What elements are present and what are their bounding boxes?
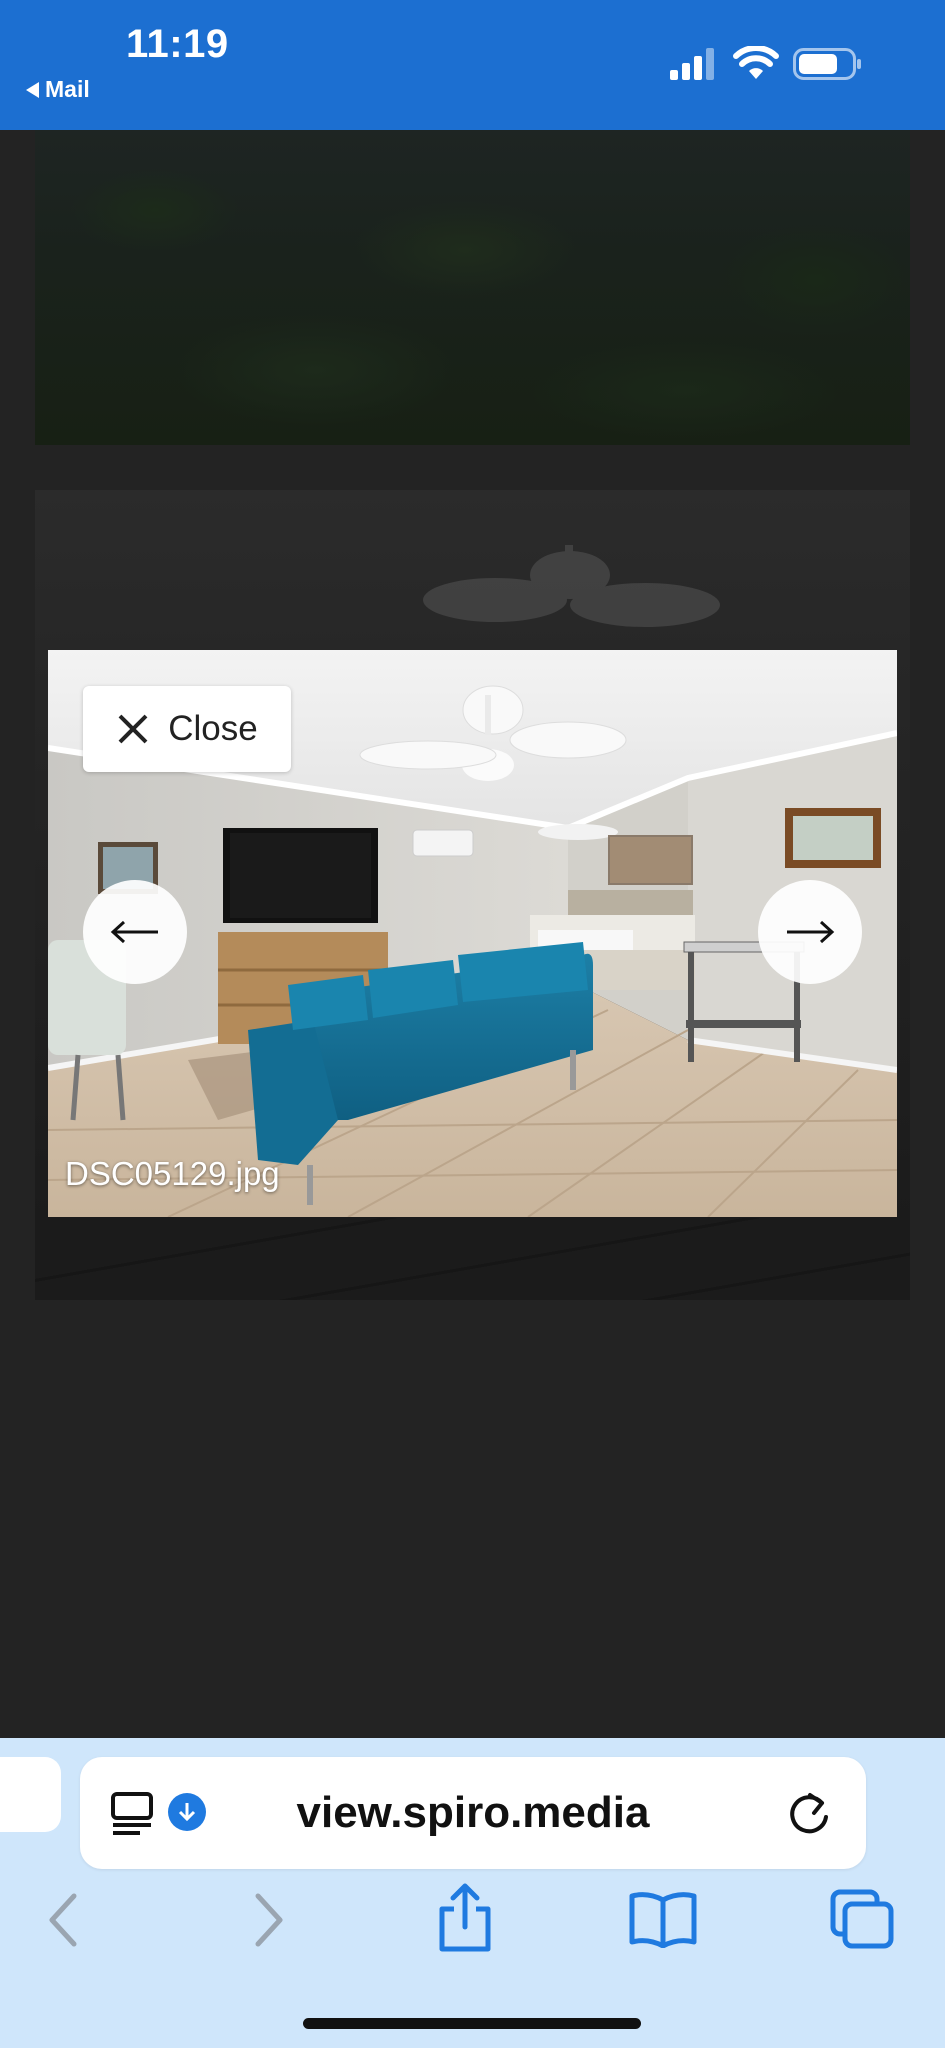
bookmarks-icon[interactable] [628,1890,698,1948]
back-to-mail-label: Mail [45,76,90,102]
next-photo-button[interactable] [758,880,862,984]
close-label: Close [168,709,258,748]
background-ceiling-fan [423,545,720,627]
home-indicator[interactable] [303,2018,641,2029]
back-triangle-icon [26,81,39,98]
back-to-mail-link[interactable]: Mail [26,76,90,103]
cellular-signal-icon [670,48,714,80]
close-lightbox-button[interactable]: Close [83,686,291,772]
address-bar[interactable]: view.spiro.media [80,1757,866,1869]
status-time: 11:19 [126,22,229,66]
close-icon [118,714,148,744]
reader-icon[interactable] [110,1791,156,1837]
wifi-icon [733,46,779,79]
status-bar: 11:19 Mail [0,0,945,130]
previous-tab-peek[interactable] [0,1757,61,1832]
forward-icon[interactable] [248,1890,288,1950]
reload-icon[interactable] [786,1789,832,1837]
background-aerial-photo [35,130,910,445]
download-icon[interactable] [168,1793,206,1831]
share-icon[interactable] [436,1883,494,1953]
back-icon[interactable] [44,1890,84,1950]
tabs-icon[interactable] [829,1888,895,1950]
battery-icon [793,48,861,80]
arrow-right-icon [787,920,835,944]
background-floor [35,1218,910,1300]
photo-filename: DSC05129.jpg [65,1155,280,1192]
previous-photo-button[interactable] [83,880,187,984]
arrow-left-icon [110,920,158,944]
